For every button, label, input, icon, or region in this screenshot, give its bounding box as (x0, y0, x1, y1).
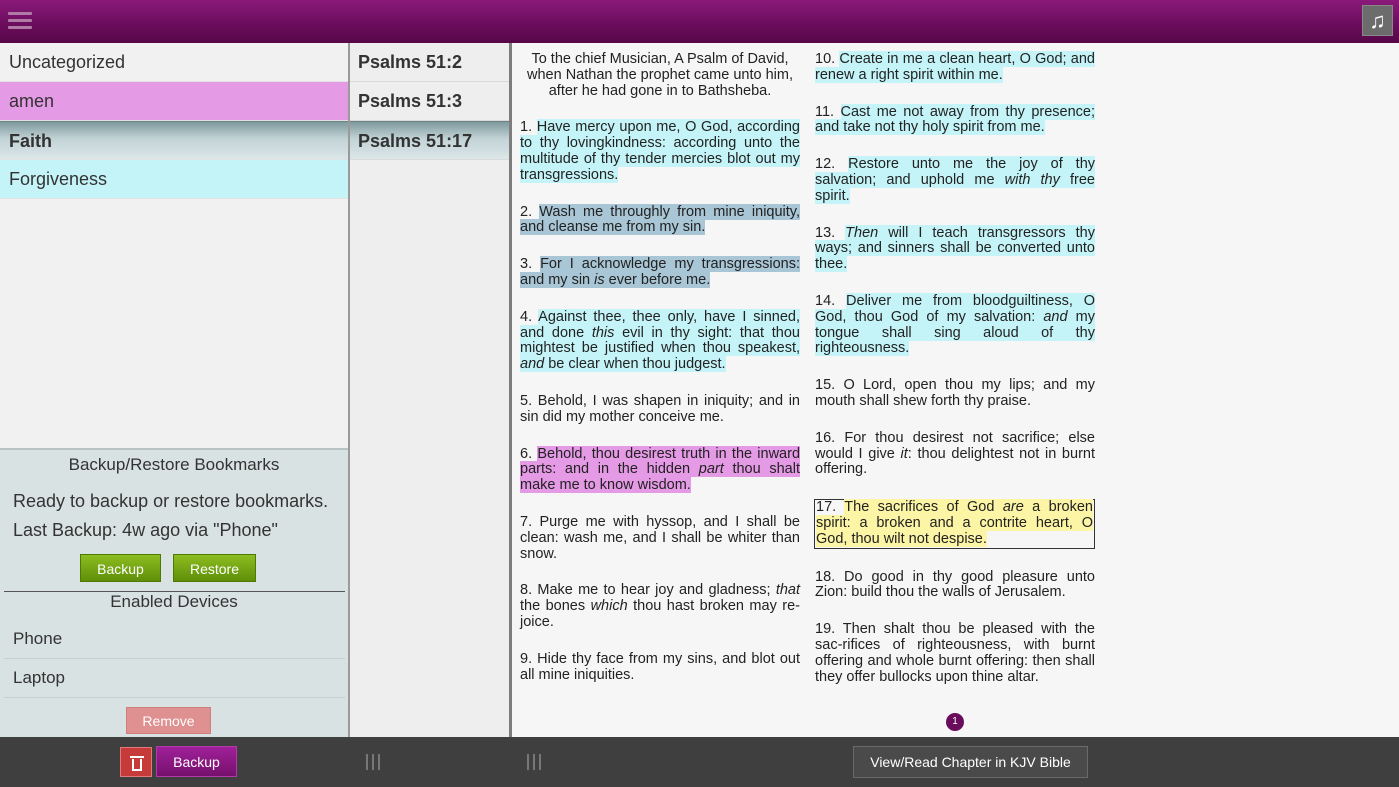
category-uncategorized[interactable]: Uncategorized (0, 43, 348, 82)
chapter-content: To the chief Musician, A Psalm of David,… (512, 43, 1399, 737)
verse[interactable]: 13. Then will I teach transgressors thy … (815, 224, 1095, 273)
category-amen[interactable]: amen (0, 82, 348, 121)
verse[interactable]: 5. Behold, I was shapen in iniquity; and… (520, 393, 800, 426)
backup-button-toolbar[interactable]: Backup (156, 746, 237, 777)
verse[interactable]: 2. Wash me throughly from mine iniquity,… (520, 203, 801, 237)
verse[interactable]: 16. For thou desirest not sacrifice; els… (815, 430, 1095, 478)
reference-item[interactable]: Psalms 51:2 (350, 43, 509, 82)
backup-status: Ready to backup or restore bookmarks. (13, 491, 329, 511)
bottom-toolbar: Backup View/Read Chapter in KJV Bible (0, 737, 1399, 787)
drag-handle-icon[interactable] (527, 754, 543, 770)
verse[interactable]: 11. Cast me not away from thy presence; … (815, 103, 1095, 137)
verse-selected[interactable]: 17. The sacrifices of God are a broken s… (814, 499, 1095, 549)
category-faith[interactable]: Faith (0, 121, 348, 160)
category-forgiveness[interactable]: Forgiveness (0, 160, 348, 199)
verse-column-right: 10. Create in me a clean heart, O God; a… (814, 51, 1096, 706)
verse[interactable]: 4. Against thee, thee only, have I sinne… (520, 308, 800, 373)
view-chapter-button[interactable]: View/Read Chapter in KJV Bible (853, 746, 1088, 778)
verse[interactable]: 9. Hide thy face from my sins, and blot … (520, 651, 800, 684)
backup-button[interactable]: Backup (80, 554, 161, 582)
verse[interactable]: 14. Deliver me from bloodguiltiness, O G… (815, 292, 1095, 357)
verse[interactable]: 1. Have mercy upon me, O God, according … (520, 119, 800, 183)
trash-icon[interactable] (120, 747, 152, 777)
verse[interactable]: 15. O Lord, open thou my lips; and my mo… (815, 377, 1095, 410)
title-bar: ♫ (0, 0, 1399, 43)
verse[interactable]: 6. Behold, thou desirest truth in the in… (520, 445, 801, 494)
psalm-intro: To the chief Musician, A Psalm of David,… (527, 51, 793, 99)
page-indicator[interactable]: 1 (946, 713, 964, 731)
device-item-laptop[interactable]: Laptop (4, 659, 345, 698)
backup-panel: Backup/Restore Bookmarks Ready to backup… (0, 448, 348, 737)
reference-item-selected[interactable]: Psalms 51:17 (350, 121, 509, 160)
reference-list: Psalms 51:2 Psalms 51:3 Psalms 51:17 (350, 43, 509, 737)
backup-title: Backup/Restore Bookmarks (68, 455, 280, 474)
verse[interactable]: 19. Then shalt thou be pleased with the … (815, 621, 1095, 685)
enabled-devices-title: Enabled Devices (110, 592, 238, 611)
verse[interactable]: 7. Purge me with hyssop, and I shall be … (520, 514, 800, 562)
drag-handle-icon[interactable] (366, 754, 382, 770)
hamburger-icon[interactable] (8, 12, 32, 32)
reference-item[interactable]: Psalms 51:3 (350, 82, 509, 121)
last-backup-text: Last Backup: 4w ago via "Phone" (13, 520, 278, 540)
music-note-icon[interactable]: ♫ (1362, 5, 1393, 36)
verse[interactable]: 12. Restore unto me the joy of thy salva… (815, 156, 1096, 204)
remove-button[interactable]: Remove (126, 707, 211, 734)
device-item-phone[interactable]: Phone (4, 620, 345, 659)
verse-column-left: To the chief Musician, A Psalm of David,… (520, 51, 801, 704)
verse[interactable]: 3. For I acknowledge my transgressions: … (520, 256, 800, 289)
restore-button[interactable]: Restore (173, 554, 256, 582)
verse[interactable]: 8. Make me to hear joy and gladness; tha… (520, 582, 800, 630)
verse[interactable]: 18. Do good in thy good pleasure unto Zi… (815, 569, 1095, 602)
verse[interactable]: 10. Create in me a clean heart, O God; a… (815, 51, 1095, 84)
